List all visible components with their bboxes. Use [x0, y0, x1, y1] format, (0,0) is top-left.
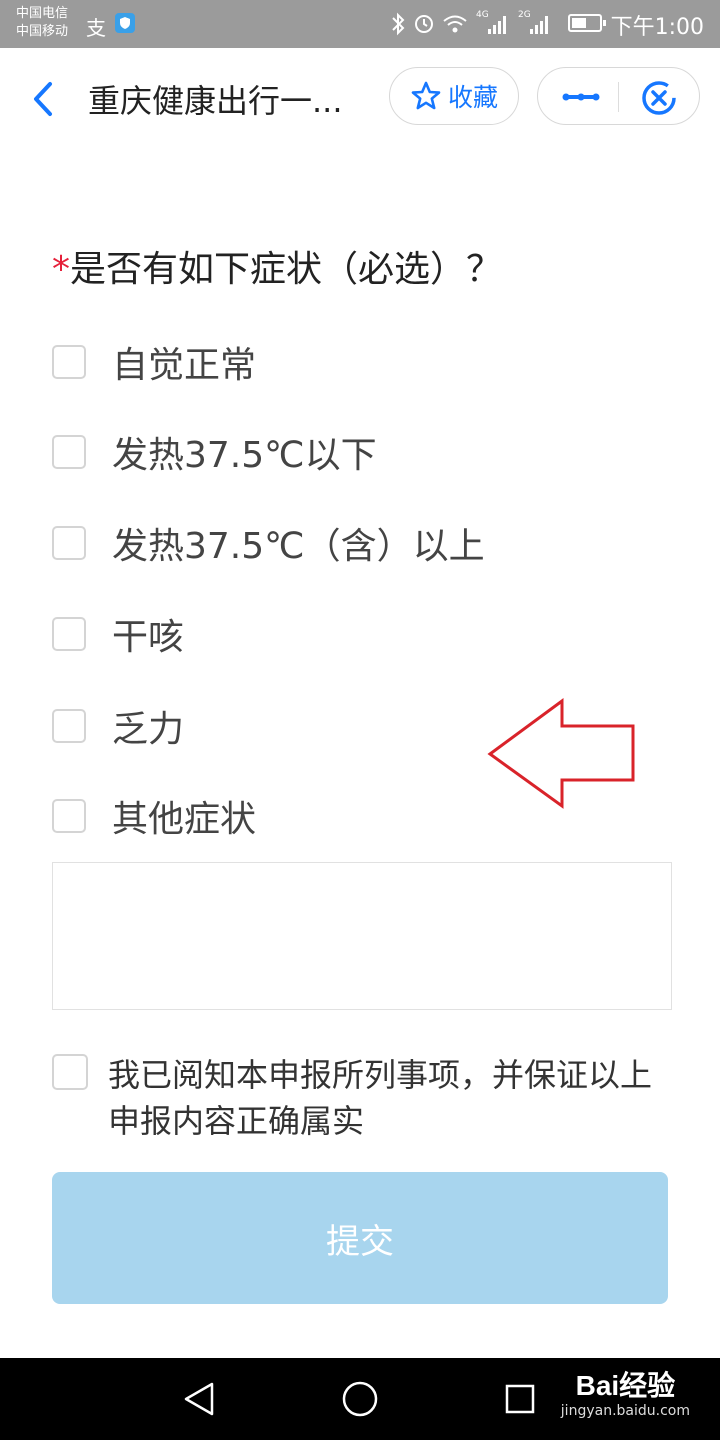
- wifi-icon: [443, 15, 467, 33]
- option-checkbox[interactable]: [52, 617, 86, 651]
- favorite-button[interactable]: 收藏: [389, 67, 519, 125]
- nav-recents-icon[interactable]: [504, 1383, 536, 1415]
- nav-home-icon[interactable]: [341, 1380, 379, 1418]
- alipay-icon: 支: [86, 16, 106, 40]
- nav-back-icon[interactable]: [182, 1380, 216, 1418]
- signal-2-icon: [530, 14, 548, 34]
- option-other[interactable]: 其他症状: [52, 796, 256, 840]
- watermark-url: jingyan.baidu.com: [560, 1403, 690, 1419]
- watermark: Bai经验 jingyan.baidu.com: [561, 1370, 690, 1420]
- agreement-checkbox[interactable]: [52, 1054, 88, 1090]
- annotation-arrow-icon: [487, 698, 635, 809]
- shield-icon: [115, 13, 135, 33]
- app-header: 重庆健康出行一... 收藏: [0, 48, 720, 148]
- signal-1-icon: [488, 14, 506, 34]
- carrier-info: 中国电信 中国移动: [16, 5, 68, 41]
- option-fatigue[interactable]: 乏力: [52, 706, 184, 750]
- option-normal[interactable]: 自觉正常: [52, 342, 256, 386]
- submit-button[interactable]: 提交: [52, 1172, 668, 1304]
- favorite-label: 收藏: [447, 83, 498, 112]
- battery-fill: [572, 18, 586, 28]
- page-title: 重庆健康出行一...: [88, 82, 343, 120]
- required-mark: *: [52, 249, 70, 290]
- carrier-1: 中国电信: [16, 6, 69, 21]
- clock: 下午1:00: [610, 15, 704, 40]
- question-text: 是否有如下症状（必选）？: [70, 249, 503, 290]
- option-checkbox[interactable]: [52, 709, 86, 743]
- submit-label: 提交: [326, 1221, 394, 1262]
- net-tag-1: 4G: [476, 10, 489, 20]
- bluetooth-icon: [392, 12, 405, 36]
- back-arrow-icon[interactable]: [26, 74, 66, 124]
- option-label: 其他症状: [112, 799, 257, 840]
- star-icon: [411, 81, 441, 110]
- option-checkbox[interactable]: [52, 435, 86, 469]
- system-nav-bar: Bai经验 jingyan.baidu.com: [0, 1358, 720, 1440]
- other-symptom-input[interactable]: [52, 862, 672, 1010]
- close-mini-program-icon[interactable]: [640, 79, 678, 117]
- capsule-divider: [618, 82, 619, 112]
- net-tag-2: 2G: [518, 10, 531, 20]
- option-label: 乏力: [112, 709, 185, 750]
- question-label: *是否有如下症状（必选）？: [52, 240, 502, 292]
- option-dry-cough[interactable]: 干咳: [52, 614, 184, 658]
- capsule-menu: [537, 67, 700, 125]
- option-checkbox[interactable]: [52, 799, 86, 833]
- watermark-brand: Bai经验: [575, 1370, 676, 1401]
- battery-icon: [568, 14, 606, 32]
- alarm-icon: [415, 15, 433, 33]
- status-bar: 中国电信 中国移动 支 4G 2G 下午1:00: [0, 0, 720, 48]
- more-icon[interactable]: [560, 88, 602, 106]
- option-fever-above[interactable]: 发热37.5℃（含）以上: [52, 523, 485, 567]
- option-label: 发热37.5℃（含）以上: [112, 526, 485, 567]
- option-label: 发热37.5℃以下: [112, 435, 377, 476]
- option-fever-below[interactable]: 发热37.5℃以下: [52, 432, 377, 476]
- agreement-text: 我已阅知本申报所列事项，并保证以上申报内容正确属实: [108, 1056, 653, 1140]
- option-label: 干咳: [112, 617, 185, 658]
- option-checkbox[interactable]: [52, 526, 86, 560]
- option-checkbox[interactable]: [52, 345, 86, 379]
- carrier-2: 中国移动: [16, 24, 69, 39]
- option-label: 自觉正常: [112, 345, 257, 386]
